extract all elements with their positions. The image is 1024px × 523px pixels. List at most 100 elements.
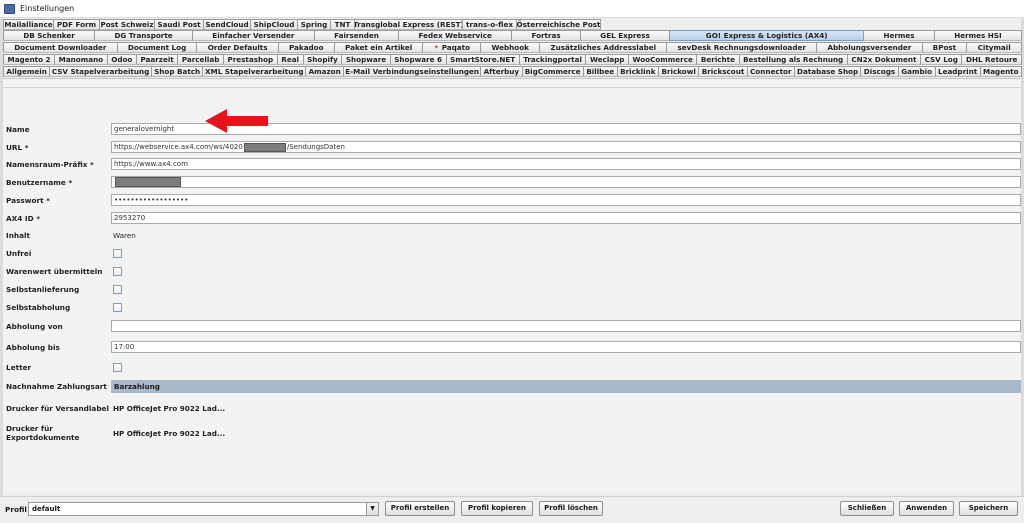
tab-gambio[interactable]: Gambio <box>897 66 936 77</box>
abholung-von-input[interactable] <box>111 320 1021 332</box>
tab-bpost[interactable]: BPost <box>921 42 968 53</box>
settings-tabs: Mailalliance PDF Form Post Schweiz Saudi… <box>3 19 1023 78</box>
url-input[interactable]: https://webservice.ax4.com/ws/4020/Sendu… <box>111 141 1021 153</box>
username-input[interactable] <box>111 176 1021 188</box>
tab-dg-transporte[interactable]: DG Transporte <box>94 30 193 41</box>
tab-trans-o-flex[interactable]: trans-o-flex <box>462 19 517 30</box>
name-label: Name <box>6 125 30 134</box>
tab-pdf-form[interactable]: PDF Form <box>53 19 100 30</box>
tab-sendcloud[interactable]: SendCloud <box>203 19 251 30</box>
selbstabholung-checkbox[interactable] <box>113 303 122 312</box>
drucker-versand-select[interactable]: HP OfficeJet Pro 9022 Lad... <box>113 402 225 416</box>
tab-csv-stapelverarbeitung[interactable]: CSV Stapelverarbeitung <box>49 66 152 77</box>
tab-zusaetzliches-addresslabel[interactable]: Zusätzliches Addresslabel <box>539 42 668 53</box>
tab-cn2x-dokument[interactable]: CN2x Dokument <box>846 54 922 65</box>
tab-spring[interactable]: Spring <box>297 19 331 30</box>
unfrei-checkbox[interactable] <box>113 249 122 258</box>
tab-prestashop[interactable]: Prestashop <box>222 54 278 65</box>
tab-allgemein[interactable]: Allgemein <box>3 66 51 77</box>
tab-discogs[interactable]: Discogs <box>860 66 899 77</box>
tab-paarzeit[interactable]: Paarzeit <box>135 54 179 65</box>
tab-document-downloader[interactable]: Document Downloader <box>3 42 118 53</box>
tab-xml-stapelverarbeitung[interactable]: XML Stapelverarbeitung <box>202 66 307 77</box>
tab-fortras[interactable]: Fortras <box>511 30 581 41</box>
tab-brickscout[interactable]: Brickscout <box>698 66 748 77</box>
tab-citymail[interactable]: Citymail <box>966 42 1022 53</box>
letter-checkbox[interactable] <box>113 363 122 372</box>
namespace-input[interactable]: https://www.ax4.com <box>111 158 1021 170</box>
tab-trackingportal[interactable]: Trackingportal <box>518 54 587 65</box>
tab-brickowl[interactable]: Brickowl <box>657 66 700 77</box>
tab-shop-batch[interactable]: Shop Batch <box>150 66 204 77</box>
tab-pakadoo[interactable]: Pakadoo <box>277 42 335 53</box>
url-prefix: https://webservice.ax4.com/ws/4020 <box>114 143 243 151</box>
tab-shopware-6[interactable]: Shopware 6 <box>389 54 447 65</box>
tab-mailalliance[interactable]: Mailalliance <box>3 19 54 30</box>
tab-paket-ein-artikel[interactable]: Paket ein Artikel <box>333 42 424 53</box>
tab-db-schenker[interactable]: DB Schenker <box>3 30 96 41</box>
tab-email-verbindungseinstellungen[interactable]: E-Mail Verbindungseinstellungen <box>343 66 482 77</box>
tab-transglobal-express[interactable]: Transglobal Express (REST) <box>354 19 463 30</box>
tab-csv-log[interactable]: CSV Log <box>920 54 963 65</box>
abholung-bis-input[interactable]: 17:00 <box>111 341 1021 353</box>
tab-paqato[interactable]: ✦ Paqato <box>422 42 482 53</box>
tab-berichte[interactable]: Berichte <box>696 54 740 65</box>
chevron-down-icon[interactable]: ▼ <box>366 503 378 515</box>
tab-sevdesk-rechnungsdownloader[interactable]: sevDesk Rechnungsdownloader <box>666 42 818 53</box>
tab-parcellab[interactable]: Parcellab <box>177 54 224 65</box>
tab-connector[interactable]: Connector <box>746 66 795 77</box>
tab-dhl-retoure[interactable]: DHL Retoure <box>961 54 1022 65</box>
tab-saudi-post[interactable]: Saudi Post <box>154 19 204 30</box>
tab-document-log[interactable]: Document Log <box>116 42 198 53</box>
tab-woocommerce[interactable]: WooCommerce <box>627 54 698 65</box>
field-drucker-export-row: Drucker für Exportdokumente HP OfficeJet … <box>3 424 1021 442</box>
apply-button[interactable]: Anwenden <box>899 501 954 516</box>
tab-post-schweiz[interactable]: Post Schweiz <box>99 19 155 30</box>
tab-leadprint[interactable]: Leadprint <box>934 66 981 77</box>
tab-abholungsversender[interactable]: Abholungsversender <box>816 42 923 53</box>
tab-fairsenden[interactable]: Fairsenden <box>313 30 400 41</box>
tab-einfacher-versender[interactable]: Einfacher Versender <box>191 30 315 41</box>
tab-row-2: DB Schenker DG Transporte Einfacher Vers… <box>3 30 1022 41</box>
tab-database-shop[interactable]: Database Shop <box>793 66 862 77</box>
profile-select[interactable]: default ▼ <box>28 502 379 516</box>
warenwert-checkbox[interactable] <box>113 267 122 276</box>
tab-order-defaults[interactable]: Order Defaults <box>196 42 279 53</box>
tab-hermes[interactable]: Hermes <box>863 30 935 41</box>
copy-profile-button[interactable]: Profil kopieren <box>461 501 533 516</box>
tab-shopware[interactable]: Shopware <box>341 54 391 65</box>
password-label: Passwort * <box>6 196 50 205</box>
tab-go-express-ax4[interactable]: GO! Express & Logistics (AX4) <box>669 30 865 41</box>
tab-amazon[interactable]: Amazon <box>305 66 345 77</box>
password-input[interactable]: •••••••••••••••••• <box>111 194 1021 206</box>
tab-magento[interactable]: Magento <box>979 66 1023 77</box>
tab-afterbuy[interactable]: Afterbuy <box>480 66 523 77</box>
drucker-export-select[interactable]: HP OfficeJet Pro 9022 Lad... <box>113 427 225 441</box>
tab-weclapp[interactable]: Weclapp <box>585 54 629 65</box>
tab-hermes-hsi[interactable]: Hermes HSI <box>933 30 1022 41</box>
tab-bestellung-als-rechnung[interactable]: Bestellung als Rechnung <box>738 54 848 65</box>
tab-odoo[interactable]: Odoo <box>106 54 137 65</box>
close-button[interactable]: Schließen <box>840 501 894 516</box>
save-button[interactable]: Speichern <box>959 501 1018 516</box>
tab-bricklink[interactable]: Bricklink <box>616 66 659 77</box>
tab-gel-express[interactable]: GEL Express <box>579 30 671 41</box>
tab-fedex-webservice[interactable]: Fedex Webservice <box>398 30 513 41</box>
tab-billbee[interactable]: Billbee <box>582 66 618 77</box>
create-profile-button[interactable]: Profil erstellen <box>385 501 455 516</box>
tab-oesterreichische-post[interactable]: Österreichische Post <box>516 19 601 30</box>
nachnahme-select[interactable]: Barzahlung <box>111 380 1021 393</box>
selbstanlieferung-checkbox[interactable] <box>113 285 122 294</box>
tab-bigcommerce[interactable]: BigCommerce <box>521 66 584 77</box>
tab-magento-2[interactable]: Magento 2 <box>3 54 56 65</box>
tab-real[interactable]: Real <box>276 54 304 65</box>
tab-shipcloud[interactable]: ShipCloud <box>250 19 298 30</box>
tab-tnt[interactable]: TNT <box>330 19 355 30</box>
delete-profile-button[interactable]: Profil löschen <box>539 501 603 516</box>
tab-manomano[interactable]: Manomano <box>54 54 108 65</box>
tab-webhook[interactable]: Webhook <box>480 42 541 53</box>
ax4id-input[interactable]: 2953270 <box>111 212 1021 224</box>
field-url-row: URL * https://webservice.ax4.com/ws/4020… <box>3 141 1021 155</box>
tab-smartstore-net[interactable]: SmartStore.NET <box>445 54 520 65</box>
tab-shopify[interactable]: Shopify <box>302 54 343 65</box>
